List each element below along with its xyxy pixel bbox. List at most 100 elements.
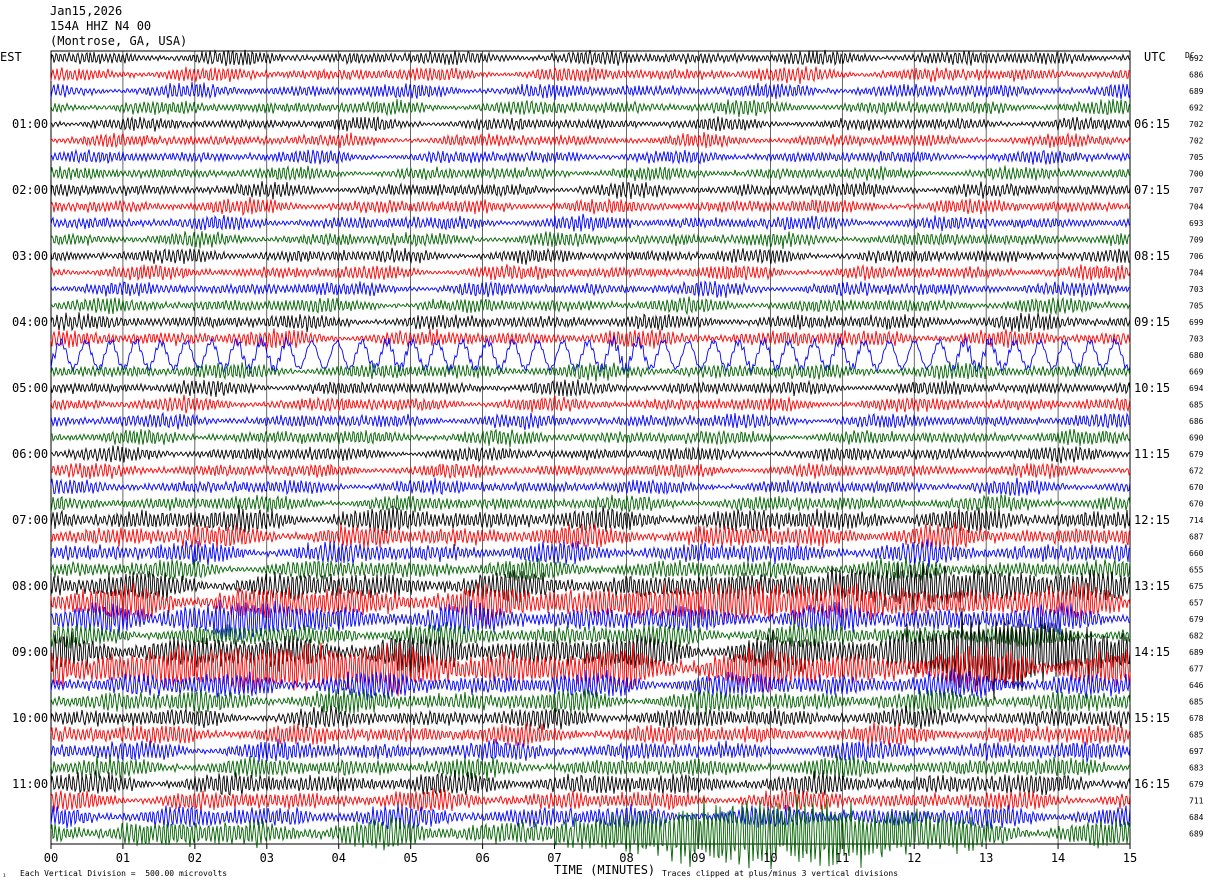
seismic-trace	[50, 213, 1131, 233]
dc-value-label: 697	[1189, 747, 1204, 756]
utc-hour-label: 11:15	[1134, 447, 1170, 461]
dc-value-label: 714	[1189, 516, 1204, 525]
scale-note: Each Vertical Division = 500.00 microvol…	[20, 869, 227, 878]
corner-mark: ¹	[2, 872, 7, 881]
est-hour-label: 04:00	[12, 315, 48, 329]
dc-value-label: 703	[1189, 285, 1204, 294]
est-hour-label: 10:00	[12, 711, 48, 725]
dc-value-label: 690	[1189, 434, 1204, 443]
x-tick-label: 04	[332, 851, 346, 865]
seismic-trace	[50, 312, 1131, 333]
seismic-trace	[50, 49, 1131, 67]
est-hour-label: 05:00	[12, 381, 48, 395]
dc-value-label: 693	[1189, 219, 1204, 228]
dc-value-label: 689	[1189, 648, 1204, 657]
seismic-trace	[50, 721, 1131, 747]
est-axis-label: EST	[0, 50, 22, 64]
dc-value-label: 704	[1189, 203, 1204, 212]
x-tick-label: 00	[44, 851, 58, 865]
dc-value-label: 689	[1189, 830, 1204, 839]
dc-value-label: 699	[1189, 318, 1204, 327]
plot-frame	[50, 50, 1131, 845]
seismic-trace	[50, 770, 1131, 797]
dc-value-label: 685	[1189, 401, 1204, 410]
utc-hour-label: 08:15	[1134, 249, 1170, 263]
dc-value-label: 675	[1189, 582, 1204, 591]
est-hour-labels: 01:00 02:00 03:00 04:00 05:00 06:00 07:00 08:00…	[12, 117, 48, 791]
seismic-trace	[50, 494, 1131, 513]
dc-value-label: 657	[1189, 599, 1204, 608]
dc-value-label: 702	[1189, 137, 1204, 146]
seismic-trace	[50, 115, 1131, 132]
est-hour-label: 08:00	[12, 579, 48, 593]
dc-value-label: 711	[1189, 797, 1204, 806]
utc-hour-label: 13:15	[1134, 579, 1170, 593]
dc-value-label: 682	[1189, 632, 1204, 641]
dc-value-label: 709	[1189, 236, 1204, 245]
utc-hour-label: 16:15	[1134, 777, 1170, 791]
seismic-trace	[50, 556, 1131, 581]
seismic-trace	[50, 804, 1131, 830]
dc-value-label: 705	[1189, 153, 1204, 162]
dc-value-label: 686	[1189, 71, 1204, 80]
dc-value-label: 707	[1189, 186, 1204, 195]
dc-value-label: 684	[1189, 813, 1204, 822]
seismic-trace	[50, 280, 1131, 298]
dc-value-label: 672	[1189, 467, 1204, 476]
seismic-trace	[50, 231, 1131, 250]
dc-value-label: 680	[1189, 351, 1204, 360]
x-tick-label: 06	[475, 851, 489, 865]
est-hour-label: 01:00	[12, 117, 48, 131]
x-tick-label: 01	[116, 851, 130, 865]
utc-hour-label: 10:15	[1134, 381, 1170, 395]
dc-value-label: 679	[1189, 450, 1204, 459]
dc-value-label: 677	[1189, 665, 1204, 674]
seismic-trace	[50, 148, 1131, 165]
dc-header-label: DC	[1185, 51, 1195, 60]
utc-hour-label: 06:15	[1134, 117, 1170, 131]
dc-value-label: 655	[1189, 566, 1204, 575]
dc-value-label: 660	[1189, 549, 1204, 558]
dc-value-label: 700	[1189, 170, 1204, 179]
x-tick-label: 14	[1051, 851, 1065, 865]
utc-hour-label: 12:15	[1134, 513, 1170, 527]
seismic-trace	[50, 738, 1131, 764]
seismic-trace	[50, 165, 1131, 182]
dc-value-label: 704	[1189, 269, 1204, 278]
x-tick-label: 02	[188, 851, 202, 865]
est-hour-label: 11:00	[12, 777, 48, 791]
est-hour-label: 03:00	[12, 249, 48, 263]
dc-value-label: 703	[1189, 335, 1204, 344]
utc-hour-label: 09:15	[1134, 315, 1170, 329]
seismic-trace	[50, 197, 1131, 217]
seismic-trace	[50, 411, 1131, 431]
dc-value-label: 683	[1189, 764, 1204, 773]
seismic-trace	[50, 82, 1131, 100]
seismic-trace	[50, 361, 1131, 382]
dc-value-label: 646	[1189, 681, 1204, 690]
seismic-trace	[50, 788, 1131, 813]
est-hour-label: 07:00	[12, 513, 48, 527]
est-hour-label: 02:00	[12, 183, 48, 197]
seismic-trace	[50, 755, 1131, 781]
dc-offset-labels: 6926866896927027027057007077046937097067…	[1189, 54, 1204, 839]
dc-value-label: 687	[1189, 533, 1204, 542]
x-tick-label: 12	[907, 851, 921, 865]
seismic-trace	[50, 99, 1131, 118]
x-tick-label: 05	[403, 851, 417, 865]
x-axis-title: TIME (MINUTES)	[554, 863, 655, 877]
dc-value-label: 694	[1189, 384, 1204, 393]
dc-value-label: 702	[1189, 120, 1204, 129]
seismic-trace	[50, 263, 1131, 282]
seismic-trace	[50, 705, 1131, 730]
dc-value-label: 679	[1189, 780, 1204, 789]
dc-value-label: 679	[1189, 615, 1204, 624]
seismic-trace	[50, 247, 1131, 265]
seismic-trace	[50, 445, 1131, 464]
dc-value-label: 705	[1189, 302, 1204, 311]
x-tick-label: 10	[763, 851, 777, 865]
seismic-trace	[50, 539, 1131, 568]
dc-value-label: 685	[1189, 731, 1204, 740]
seismic-trace	[50, 66, 1131, 85]
dc-value-label: 692	[1189, 104, 1204, 113]
